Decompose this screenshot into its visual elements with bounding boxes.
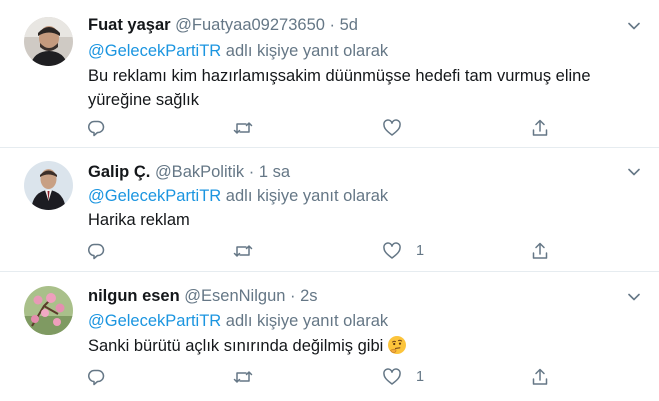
separator-dot: · — [329, 16, 336, 34]
share-icon — [532, 242, 548, 259]
timestamp[interactable]: 1 sa — [259, 163, 290, 181]
retweet-icon — [233, 245, 253, 257]
tweet-actions: 1 — [0, 367, 659, 387]
avatar[interactable] — [24, 17, 73, 66]
tweet-header: Galip Ç. @BakPolitik · 1 sa — [88, 162, 290, 182]
share-button[interactable] — [530, 241, 550, 261]
display-name[interactable]: Fuat yaşar — [88, 16, 171, 34]
separator-dot: · — [290, 287, 296, 305]
display-name[interactable]: nilgun esen — [88, 287, 180, 305]
share-button[interactable] — [530, 367, 550, 387]
thinking-face-emoji-icon — [388, 336, 407, 354]
retweet-button[interactable] — [232, 118, 254, 138]
retweet-icon — [233, 122, 253, 134]
tweet-2[interactable]: Galip Ç. @BakPolitik · 1 sa @GelecekPart… — [0, 148, 659, 272]
reply-to-link[interactable]: @GelecekPartiTR — [88, 187, 221, 205]
avatar[interactable] — [24, 286, 73, 335]
separator-dot: · — [248, 163, 255, 181]
share-icon — [532, 119, 548, 136]
display-name[interactable]: Galip Ç. — [88, 163, 150, 181]
chevron-down-icon[interactable] — [626, 164, 642, 180]
tweet-1[interactable]: Fuat yaşar @Fuatyaa09273650 · 5d @Gelece… — [0, 0, 659, 148]
like-count: 1 — [416, 369, 425, 385]
timestamp[interactable]: 5d — [340, 16, 358, 34]
tweet-3[interactable]: nilgun esen @EsenNilgun · 2s @GelecekPar… — [0, 272, 659, 401]
tweet-text: Sanki bürütü açlık sınırında değilmiş gi… — [88, 334, 407, 358]
tweet-text-line: Harika reklam — [88, 211, 190, 229]
reply-context-label: adlı kişiye yanıt olarak — [225, 312, 389, 330]
share-icon — [532, 368, 548, 385]
chevron-down-icon[interactable] — [626, 18, 642, 34]
reply-button[interactable] — [86, 118, 106, 138]
user-handle[interactable]: @EsenNilgun — [184, 287, 285, 305]
heart-icon — [383, 368, 401, 385]
user-handle[interactable]: @BakPolitik — [155, 163, 244, 181]
chevron-down-icon[interactable] — [626, 289, 642, 305]
like-button[interactable] — [382, 118, 416, 138]
retweet-icon — [233, 371, 253, 383]
heart-icon — [383, 119, 401, 136]
reply-icon — [88, 243, 105, 260]
reply-context: @GelecekPartiTR adlı kişiye yanıt olarak — [88, 186, 388, 206]
user-handle[interactable]: @Fuatyaa09273650 — [175, 16, 325, 34]
tweet-actions: 1 — [0, 241, 659, 261]
timestamp[interactable]: 2s — [300, 287, 317, 305]
tweet-text-line: Bu reklamı kim hazırlamışsakim düünmüşse… — [88, 67, 591, 85]
retweet-button[interactable] — [232, 241, 254, 261]
share-button[interactable] — [530, 118, 550, 138]
reply-icon — [88, 369, 105, 386]
tweet-header: nilgun esen @EsenNilgun · 2s — [88, 286, 318, 306]
tweet-text-line: yüreğine sağlık — [88, 91, 199, 109]
reply-to-link[interactable]: @GelecekPartiTR — [88, 312, 221, 330]
tweet-text-line: Sanki bürütü açlık sınırında değilmiş gi… — [88, 337, 384, 355]
reply-to-link[interactable]: @GelecekPartiTR — [88, 42, 221, 60]
heart-icon — [383, 242, 401, 259]
reply-context-label: adlı kişiye yanıt olarak — [225, 187, 389, 205]
like-count: 1 — [416, 243, 425, 259]
reply-context: @GelecekPartiTR adlı kişiye yanıt olarak — [88, 311, 388, 331]
tweet-header: Fuat yaşar @Fuatyaa09273650 · 5d — [88, 15, 358, 35]
reply-context: @GelecekPartiTR adlı kişiye yanıt olarak — [88, 41, 388, 61]
retweet-button[interactable] — [232, 367, 254, 387]
reply-icon — [88, 120, 105, 137]
like-button[interactable]: 1 — [382, 367, 424, 387]
tweet-actions — [0, 118, 659, 138]
reply-button[interactable] — [86, 241, 106, 261]
reply-context-label: adlı kişiye yanıt olarak — [225, 42, 389, 60]
avatar[interactable] — [24, 161, 73, 210]
reply-button[interactable] — [86, 367, 106, 387]
like-button[interactable]: 1 — [382, 241, 424, 261]
